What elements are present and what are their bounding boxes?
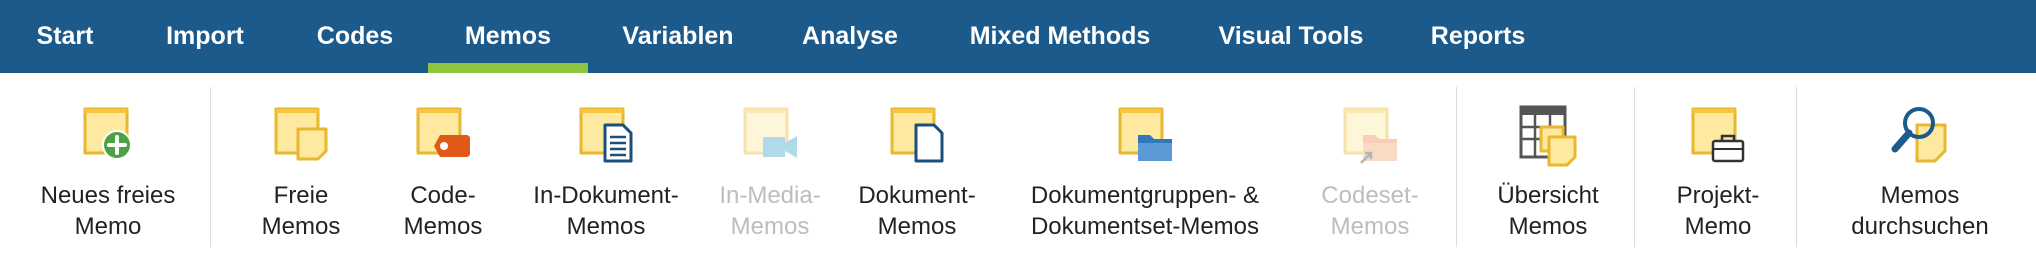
in-document-memos-button[interactable]: In-Dokument- Memos bbox=[520, 73, 692, 260]
tab-mixed-methods[interactable]: Mixed Methods bbox=[950, 0, 1170, 73]
tab-analyse[interactable]: Analyse bbox=[790, 0, 910, 73]
active-tab-indicator bbox=[428, 63, 588, 73]
document-group-memos-button[interactable]: Dokumentgruppen- & Dokumentset-Memos bbox=[1010, 73, 1280, 260]
ribbon-separator bbox=[1796, 87, 1797, 247]
in-media-memos-button[interactable]: In-Media- Memos bbox=[700, 73, 840, 260]
free-memos-button[interactable]: Freie Memos bbox=[240, 73, 362, 260]
ribbon-separator bbox=[1456, 87, 1457, 247]
button-label: Freie Memos bbox=[261, 182, 341, 240]
document-memos-button[interactable]: Dokument- Memos bbox=[848, 73, 986, 260]
code-memos-button[interactable]: Code- Memos bbox=[382, 73, 504, 260]
codeset-memos-button[interactable]: Codeset- Memos bbox=[1300, 73, 1440, 260]
document-memo-icon bbox=[884, 101, 950, 167]
tab-reports[interactable]: Reports bbox=[1420, 0, 1536, 73]
button-label: Dokument- Memos bbox=[858, 182, 976, 240]
briefcase-memo-icon bbox=[1685, 101, 1751, 167]
button-label: Memos durchsuchen bbox=[1851, 182, 1989, 240]
search-memo-icon bbox=[1887, 101, 1953, 167]
button-label: In-Dokument- Memos bbox=[533, 182, 679, 240]
button-label: Projekt- Memo bbox=[1676, 182, 1760, 240]
in-document-memo-icon bbox=[573, 101, 639, 167]
tab-start[interactable]: Start bbox=[22, 0, 108, 73]
folder-memo-icon bbox=[1112, 101, 1178, 167]
tab-label: Variablen bbox=[622, 22, 734, 50]
in-media-memo-icon bbox=[737, 101, 803, 167]
ribbon-separator bbox=[1634, 87, 1635, 247]
new-free-memo-button[interactable]: Neues freies Memo bbox=[22, 73, 194, 260]
tab-label: Codes bbox=[316, 22, 394, 50]
free-memos-icon bbox=[268, 101, 334, 167]
memos-ribbon: Neues freies Memo Freie Memos Code- Memos bbox=[0, 73, 2036, 260]
ribbon-tab-bar: Start Import Codes Memos Variablen Analy… bbox=[0, 0, 2036, 73]
tab-label: Mixed Methods bbox=[969, 22, 1151, 50]
button-label: Übersicht Memos bbox=[1497, 182, 1599, 240]
code-memo-icon bbox=[410, 101, 476, 167]
tab-label: Analyse bbox=[802, 22, 898, 50]
search-memos-button[interactable]: Memos durchsuchen bbox=[1830, 73, 2010, 260]
ribbon-separator bbox=[210, 87, 211, 247]
tab-import[interactable]: Import bbox=[154, 0, 256, 73]
tab-label: Memos bbox=[464, 22, 552, 50]
table-memo-icon bbox=[1515, 101, 1581, 167]
tab-label: Import bbox=[166, 22, 244, 50]
tab-memos[interactable]: Memos bbox=[428, 0, 588, 73]
tab-label: Start bbox=[36, 22, 94, 50]
memo-add-icon bbox=[75, 101, 141, 167]
button-label: Neues freies Memo bbox=[40, 182, 176, 240]
overview-memos-button[interactable]: Übersicht Memos bbox=[1478, 73, 1618, 260]
button-label: Code- Memos bbox=[403, 182, 483, 240]
tab-variablen[interactable]: Variablen bbox=[610, 0, 746, 73]
tab-visual-tools[interactable]: Visual Tools bbox=[1208, 0, 1374, 73]
tab-codes[interactable]: Codes bbox=[303, 0, 407, 73]
button-label: Codeset- Memos bbox=[1321, 182, 1419, 240]
tab-label: Visual Tools bbox=[1218, 22, 1364, 50]
button-label: In-Media- Memos bbox=[719, 182, 821, 240]
project-memo-button[interactable]: Projekt- Memo bbox=[1650, 73, 1786, 260]
tab-label: Reports bbox=[1430, 22, 1526, 50]
codeset-memo-icon bbox=[1337, 101, 1403, 167]
button-label: Dokumentgruppen- & Dokumentset-Memos bbox=[1030, 182, 1260, 240]
